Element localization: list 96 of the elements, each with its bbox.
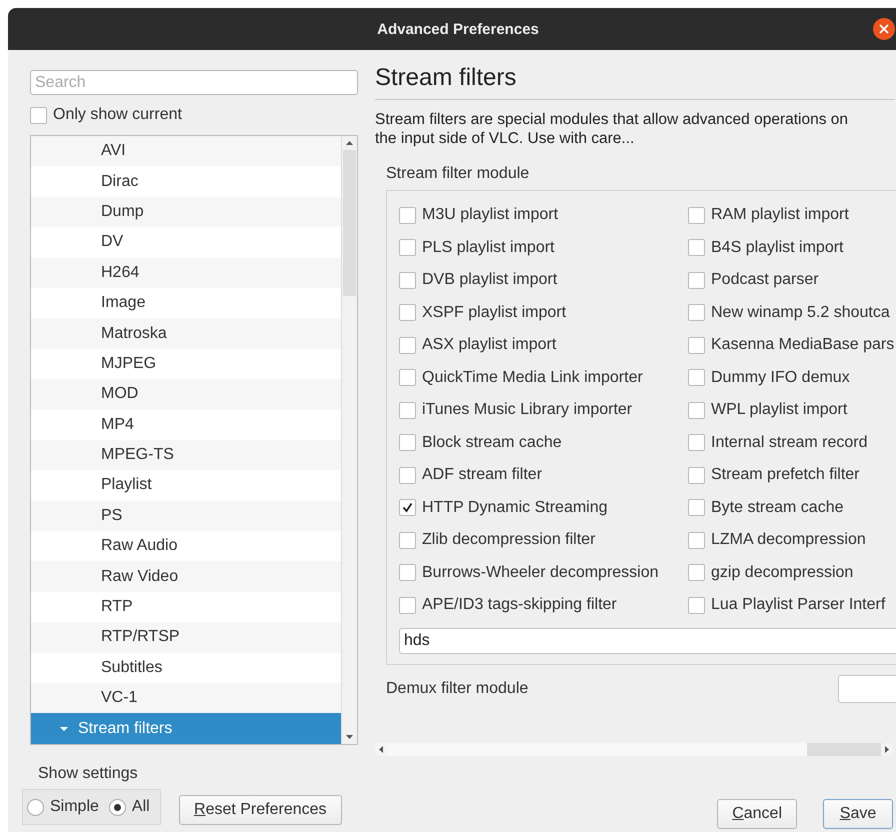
dialog-button[interactable]: Cancel <box>717 799 797 829</box>
tree-item[interactable]: MPEG-TS <box>31 440 341 470</box>
checkbox[interactable] <box>399 596 416 614</box>
checkbox[interactable] <box>688 239 705 256</box>
tree-item[interactable]: MP4 <box>31 410 341 440</box>
module-text-field[interactable]: hds <box>399 628 896 654</box>
checkbox-label: B4S playlist import <box>711 238 844 257</box>
tree-item[interactable]: PS <box>31 500 341 532</box>
expand-arrow-icon[interactable] <box>60 724 68 733</box>
check-icon <box>402 502 413 514</box>
section-label: Show settings <box>38 765 139 784</box>
radio-label: All <box>132 798 150 816</box>
tree-item[interactable]: AVI <box>31 136 341 166</box>
checkbox-label: iTunes Music Library importer <box>422 401 632 420</box>
tree-item[interactable]: Stream filters <box>31 713 341 744</box>
checkbox[interactable] <box>399 206 416 224</box>
checkbox[interactable] <box>688 499 705 516</box>
checkbox-label: PLS playlist import <box>422 238 554 257</box>
checkbox-label: Podcast parser <box>711 271 819 290</box>
checkbox-label: HTTP Dynamic Streaming <box>422 498 608 517</box>
checkbox-label: Kasenna MediaBase pars <box>711 336 894 354</box>
checkbox[interactable] <box>399 239 416 256</box>
checkbox-label: DVB playlist import <box>422 271 558 290</box>
checkbox-label: QuickTime Media Link importer <box>422 368 643 387</box>
scrollbar[interactable] <box>341 136 357 744</box>
checkbox[interactable] <box>688 304 705 322</box>
tree-item[interactable]: Dump <box>31 196 341 228</box>
checkbox[interactable] <box>688 272 705 289</box>
checkbox-label: XSPF playlist import <box>422 304 566 322</box>
checkbox-label: Internal stream record <box>711 434 868 452</box>
tree-item[interactable]: Subtitles <box>31 652 341 684</box>
search-field[interactable]: Search <box>30 70 358 95</box>
checkbox[interactable] <box>688 206 705 224</box>
tree-item[interactable]: H264 <box>31 258 341 288</box>
horizontal-scrollbar[interactable] <box>375 742 893 756</box>
checkbox-label: Stream prefetch filter <box>711 466 860 484</box>
checkbox-label: Dummy IFO demux <box>711 368 850 387</box>
checkbox-label: gzip decompression <box>711 564 854 582</box>
checkbox-label: Only show current <box>53 106 182 124</box>
tree-item[interactable]: MJPEG <box>31 348 341 380</box>
checkbox[interactable] <box>688 466 705 484</box>
checkbox[interactable] <box>688 596 705 614</box>
checkbox[interactable] <box>688 336 705 354</box>
tree-item[interactable]: DV <box>31 227 341 258</box>
tree-item[interactable]: Image <box>31 288 341 318</box>
tree-item[interactable]: MOD <box>31 379 341 410</box>
checkbox-label: WPL playlist import <box>711 401 848 420</box>
field-label: Demux filter module <box>386 680 528 698</box>
checkbox-label: RAM playlist import <box>711 206 849 224</box>
group-label: Stream filter module <box>386 165 530 184</box>
checkbox-label: ADF stream filter <box>422 466 542 484</box>
description-text: Stream filters are special modules that allow advanced operations on the input side of VLC. Use with care... <box>375 110 850 148</box>
checkbox-label: APE/ID3 tags-skipping filter <box>422 596 617 614</box>
tree-item[interactable]: VC-1 <box>31 683 341 714</box>
tree-item[interactable]: Raw Audio <box>31 531 341 562</box>
checkbox[interactable] <box>688 369 705 386</box>
checkbox[interactable] <box>399 272 416 289</box>
panel-title: Stream filters <box>375 64 518 93</box>
scrollbar-thumb[interactable] <box>343 150 356 296</box>
checkbox[interactable] <box>688 564 705 582</box>
radio-button[interactable] <box>27 798 44 816</box>
checkbox-label: Zlib decompression filter <box>422 531 596 550</box>
dialog-button[interactable]: Save <box>823 799 893 829</box>
checkbox[interactable] <box>399 564 416 582</box>
checkbox[interactable] <box>399 499 416 516</box>
window-title: Advanced Preferences <box>377 20 539 38</box>
tree-item[interactable]: Dirac <box>31 166 341 197</box>
checkbox[interactable] <box>688 434 705 452</box>
checkbox-label: ASX playlist import <box>422 336 556 354</box>
checkbox-label: Lua Playlist Parser Interf <box>711 596 886 614</box>
checkbox-label: LZMA decompression <box>711 531 866 550</box>
checkbox[interactable] <box>30 106 47 124</box>
reset-preferences-button[interactable]: Reset Preferences <box>179 795 342 825</box>
checkbox[interactable] <box>688 402 705 419</box>
demux-text-field[interactable] <box>838 674 896 702</box>
checkbox[interactable] <box>399 402 416 419</box>
tree-item[interactable]: RTP/RTSP <box>31 622 341 653</box>
checkbox-label: M3U playlist import <box>422 206 558 224</box>
radio-label: Simple <box>50 798 99 816</box>
checkbox[interactable] <box>399 466 416 484</box>
checkbox[interactable] <box>399 369 416 386</box>
checkbox[interactable] <box>399 434 416 452</box>
checkbox-label: Byte stream cache <box>711 498 844 517</box>
tree-item[interactable]: Matroska <box>31 318 341 349</box>
checkbox-label: New winamp 5.2 shoutca <box>711 304 890 322</box>
checkbox-label: Burrows-Wheeler decompression <box>422 564 659 582</box>
tree-item[interactable]: Playlist <box>31 470 341 501</box>
tree-item[interactable]: RTP <box>31 592 341 622</box>
checkbox[interactable] <box>399 532 416 549</box>
checkbox[interactable] <box>399 336 416 354</box>
checkbox[interactable] <box>688 532 705 549</box>
tree-item[interactable]: Raw Video <box>31 561 341 592</box>
checkbox[interactable] <box>399 304 416 322</box>
close-icon[interactable] <box>873 18 895 40</box>
checkbox-label: Block stream cache <box>422 434 562 452</box>
radio-button[interactable] <box>108 798 126 816</box>
